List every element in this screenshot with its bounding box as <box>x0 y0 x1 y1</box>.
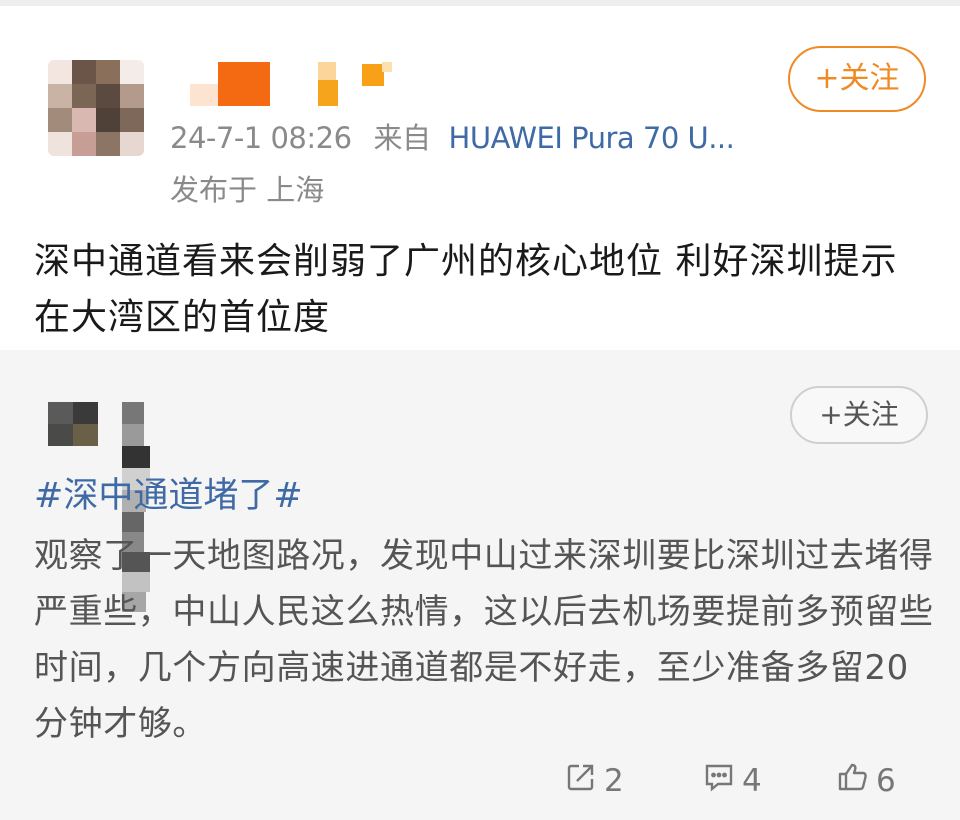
post-meta: 24-7-1 08:26 来自 HUAWEI Pura 70 U... <box>170 116 735 160</box>
quoted-post-text: 观察了一天地图路况，发现中山过来深圳要比深圳过去堵得严重些，中山人民这么热情，这… <box>34 536 934 744</box>
like-button[interactable]: 6 <box>836 758 896 804</box>
repost-button[interactable]: 2 <box>564 758 624 804</box>
username-redacted[interactable] <box>190 58 400 108</box>
like-count: 6 <box>876 763 896 799</box>
device-link[interactable]: HUAWEI Pura 70 U... <box>449 121 735 155</box>
avatar[interactable] <box>48 60 144 156</box>
avatar[interactable] <box>48 402 98 446</box>
post-location: 发布于 上海 <box>170 173 325 207</box>
repost-count: 2 <box>604 763 624 799</box>
quoted-post-card[interactable]: +关注 #深中通道堵了# 观察了一天地图路况，发现中山过来深圳要比深圳过去堵得严… <box>0 350 960 820</box>
timestamp: 24-7-1 08:26 <box>170 121 352 155</box>
comment-button[interactable]: 4 <box>702 758 762 804</box>
repost-icon <box>564 760 604 802</box>
topic-hashtag-link[interactable]: #深中通道堵了# <box>34 472 303 520</box>
follow-button[interactable]: +关注 <box>790 386 928 444</box>
comment-icon <box>702 760 742 802</box>
comment-count: 4 <box>742 763 762 799</box>
thumbs-up-icon <box>836 760 876 802</box>
action-bar: 2 4 6 <box>0 758 960 804</box>
username-redacted[interactable] <box>122 402 246 612</box>
post-card: 24-7-1 08:26 来自 HUAWEI Pura 70 U... 发布于 上海… <box>0 6 960 350</box>
post-text: 深中通道看来会削弱了广州的核心地位 利好深圳提示在大湾区的首位度 <box>34 241 898 338</box>
source-prefix: 来自 <box>373 121 432 155</box>
follow-button[interactable]: +关注 <box>788 46 926 112</box>
